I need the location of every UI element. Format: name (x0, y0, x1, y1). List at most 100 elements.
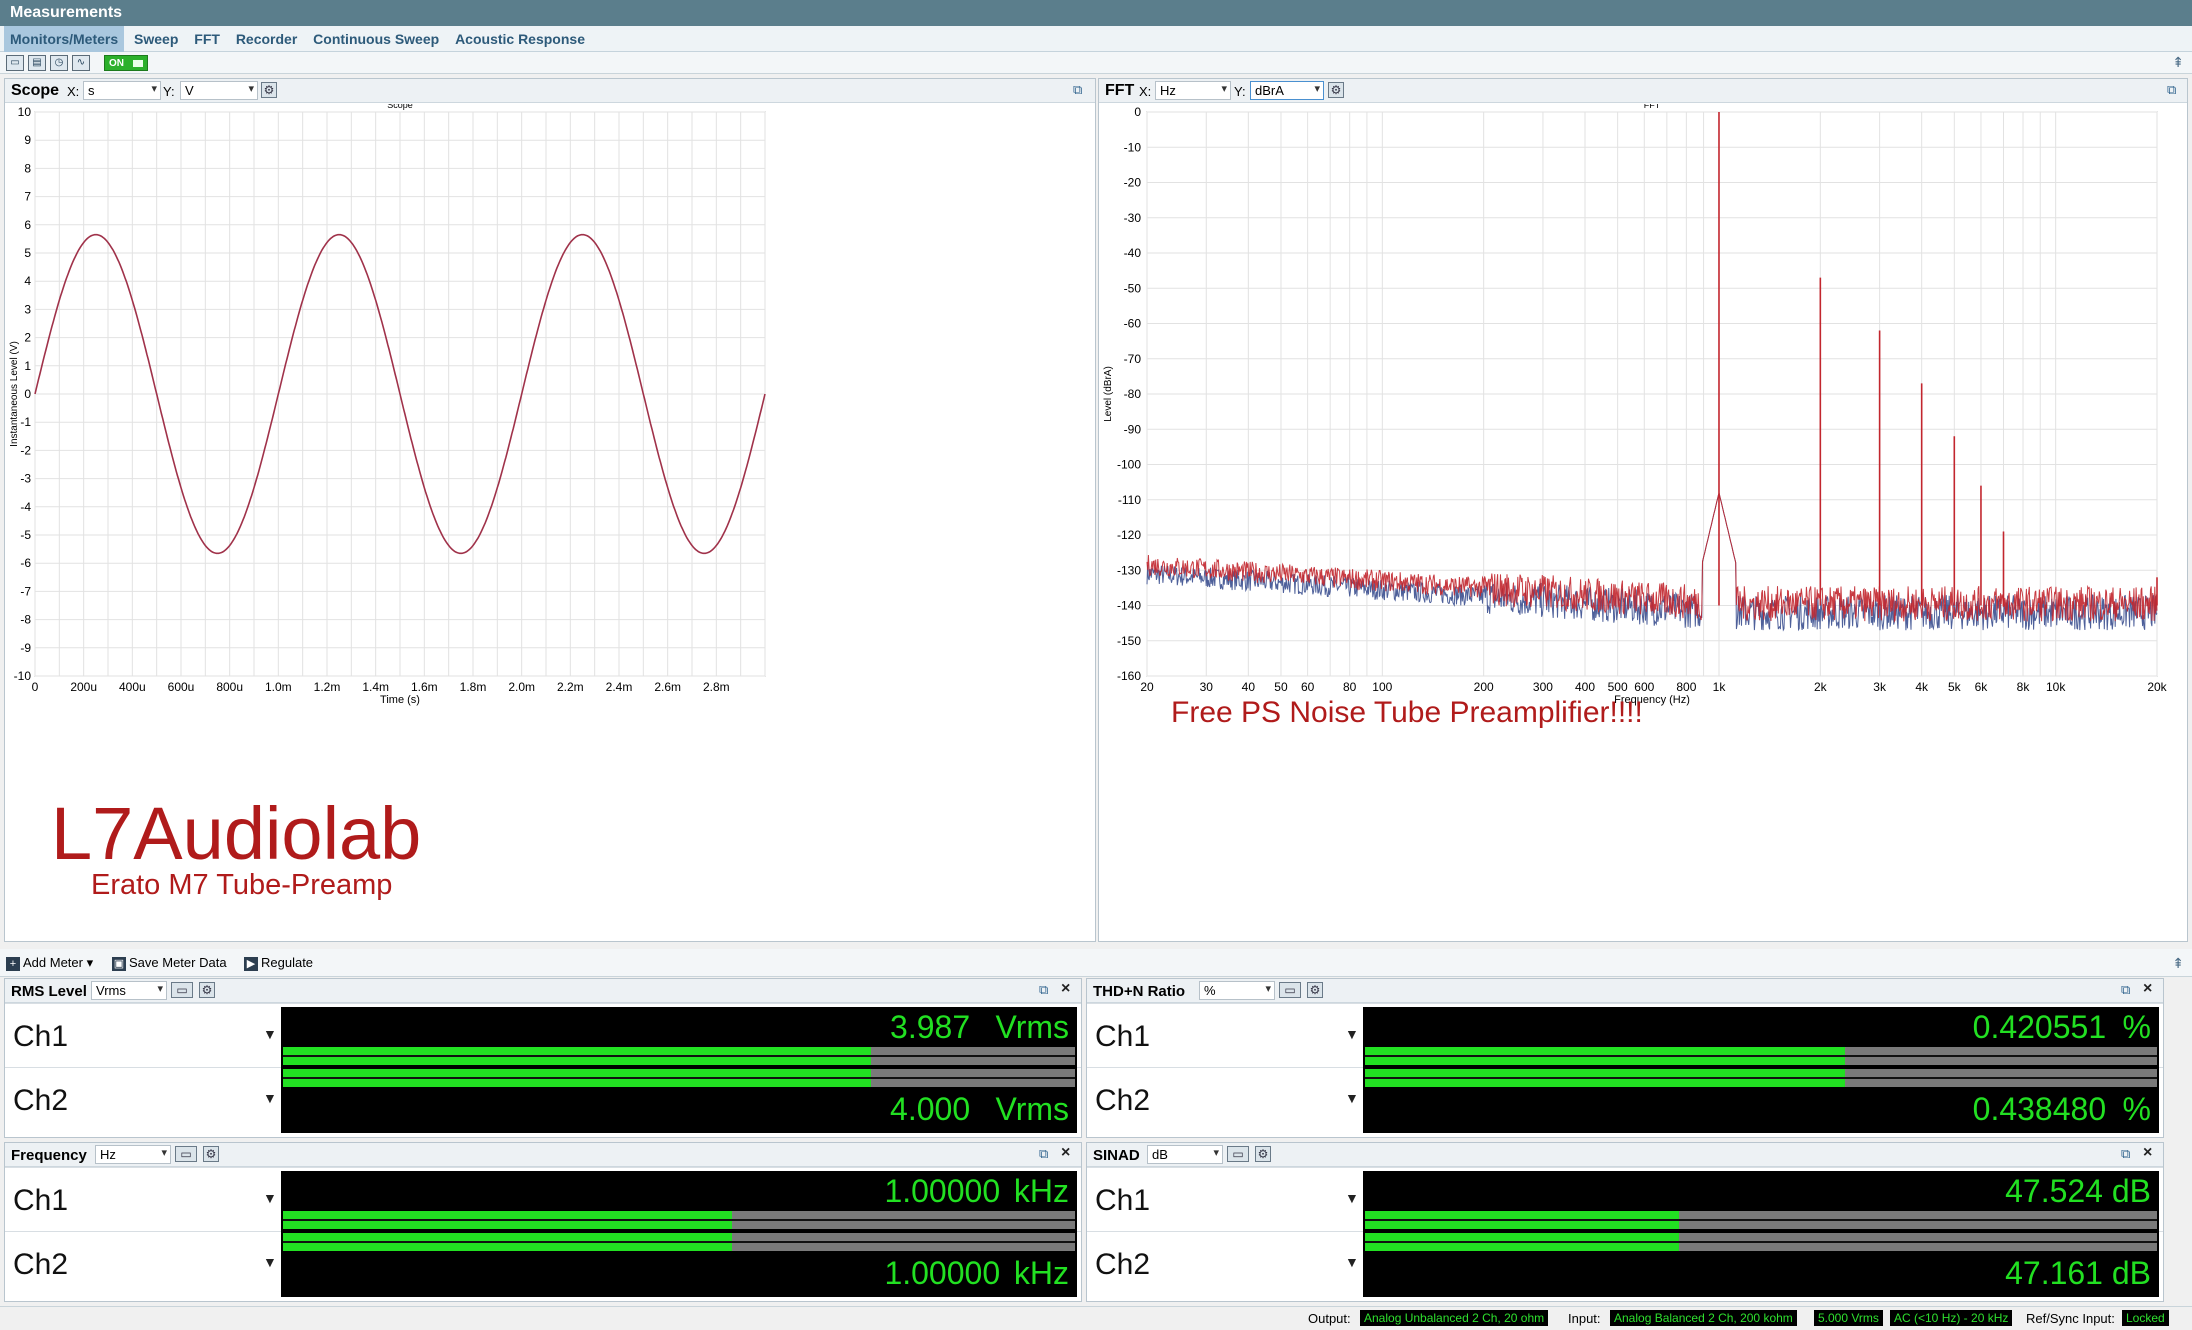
rms-level-unit-select[interactable]: Vrms (91, 981, 167, 1000)
frequency-ch1-value: 1.00000 (884, 1173, 1001, 1209)
frequency-ch1-bar-line (283, 1219, 1075, 1221)
thdn-ratio-ch1-label: Ch1 (1095, 1020, 1151, 1053)
fft-settings-gear-icon[interactable]: ⚙ (1328, 82, 1344, 98)
scope-x-tick-label: 1.0m (265, 680, 292, 694)
level-value[interactable]: 5.000 Vrms (1814, 1310, 1883, 1326)
fft-x-label: X: (1139, 84, 1152, 99)
fft-annotation: Free PS Noise Tube Preamplifier!!!! (1171, 696, 1643, 729)
rms-level-ch1-label: Ch1 (13, 1020, 69, 1053)
scope-y-tick-label: 5 (24, 246, 31, 260)
sinad-settings-gear-icon[interactable]: ⚙ (1255, 1146, 1271, 1162)
filter-value[interactable]: AC (<10 Hz) - 20 kHz (1890, 1310, 2013, 1326)
fft-title: FFT (1105, 82, 1135, 99)
sinad-close-icon[interactable]: × (2143, 1144, 2152, 1162)
rms-level-popout-icon[interactable]: ⧉ (1039, 982, 1048, 998)
meter-collapse-icon[interactable]: ⇞ (2172, 955, 2184, 972)
regulate-button[interactable]: ▶ Regulate (244, 955, 313, 971)
frequency-settings-gear-icon[interactable]: ⚙ (203, 1146, 219, 1162)
frequency-ch2-bar (283, 1233, 1075, 1251)
rms-level-graph-icon[interactable]: ▭ (171, 982, 193, 998)
frequency-ch2-value: 1.00000 (884, 1255, 1001, 1291)
frequency-graph-icon[interactable]: ▭ (175, 1146, 197, 1162)
sinad-ch1-label: Ch1 (1095, 1184, 1151, 1217)
thdn-ratio-ch1-dropdown-icon[interactable]: ▼ (1345, 1026, 1359, 1042)
scope-y-tick-label: 3 (24, 302, 31, 316)
tab-fft[interactable]: FFT (188, 26, 226, 52)
monitor-waveform-icon[interactable]: ▭ (6, 55, 24, 71)
collapse-chevron-icon[interactable]: ⇞ (2172, 54, 2184, 71)
fft-panel: FFT X: Hz Y: dBrA ⚙ ⧉ FFT 20 30 40 50 60 80 100… (1098, 78, 2188, 942)
fft-y-tick-label: -80 (1124, 387, 1142, 401)
ref-sync-value[interactable]: Locked (2122, 1310, 2169, 1326)
thdn-ratio-graph-icon[interactable]: ▭ (1279, 982, 1301, 998)
rms-level-settings-gear-icon[interactable]: ⚙ (199, 982, 215, 998)
rms-level-ch2-label: Ch2 (13, 1084, 69, 1117)
frequency-ch2-label: Ch2 (13, 1248, 69, 1281)
scope-x-unit-select[interactable]: s (83, 81, 161, 100)
tab-recorder[interactable]: Recorder (230, 26, 303, 52)
scope-x-tick-label: 2.6m (654, 680, 681, 694)
monitor-on-toggle[interactable]: ON (104, 55, 148, 71)
rms-level-ch2-bar-line (283, 1077, 1075, 1079)
sinad-popout-icon[interactable]: ⧉ (2121, 1146, 2130, 1162)
save-meter-data-button[interactable]: ▣ Save Meter Data (112, 955, 227, 971)
sinad-ch1-dropdown-icon[interactable]: ▼ (1345, 1190, 1359, 1206)
sinad-ch2-dropdown-icon[interactable]: ▼ (1345, 1254, 1359, 1270)
monitor-fft-icon[interactable]: ∿ (72, 55, 90, 71)
meter-toolbar: + Add Meter ▾ ▣ Save Meter Data ▶ Regulate … (0, 949, 2192, 977)
thdn-ratio-settings-gear-icon[interactable]: ⚙ (1307, 982, 1323, 998)
fft-y-tick-label: -70 (1124, 352, 1142, 366)
fft-y-tick-label: 0 (1134, 105, 1141, 119)
rms-level-ch1-dropdown-icon[interactable]: ▼ (263, 1026, 277, 1042)
fft-x-tick-label: 8k (2017, 680, 2031, 694)
scope-x-tick-label: 1.6m (411, 680, 438, 694)
thdn-ratio-ch1-bar (1365, 1047, 2157, 1065)
scope-popout-icon[interactable]: ⧉ (1073, 82, 1082, 98)
frequency-close-icon[interactable]: × (1061, 1144, 1070, 1162)
fft-popout-icon[interactable]: ⧉ (2167, 82, 2176, 98)
thdn-ratio-close-icon[interactable]: × (2143, 980, 2152, 998)
sinad-graph-icon[interactable]: ▭ (1227, 1146, 1249, 1162)
thdn-ratio-popout-icon[interactable]: ⧉ (2121, 982, 2130, 998)
monitor-clock-icon[interactable]: ◷ (50, 55, 68, 71)
thdn-ratio-unit-select[interactable]: % (1199, 981, 1275, 1000)
frequency-popout-icon[interactable]: ⧉ (1039, 1146, 1048, 1162)
frequency-display: 1.00000 kHz 1.00000 kHz (281, 1171, 1077, 1297)
tab-monitors-meters[interactable]: Monitors/Meters (4, 26, 125, 52)
rms-level-ch2-dropdown-icon[interactable]: ▼ (263, 1090, 277, 1106)
add-meter-button[interactable]: + Add Meter ▾ (6, 955, 93, 971)
scope-x-tick-label: 1.2m (314, 680, 341, 694)
input-value[interactable]: Analog Balanced 2 Ch, 200 kohm (1610, 1310, 1797, 1326)
fft-y-tick-label: -30 (1124, 211, 1142, 225)
scope-y-tick-label: -7 (20, 584, 31, 598)
window-title: Measurements (0, 0, 2192, 26)
frequency-meter-panel: Frequency Hz ▭ ⚙ ⧉ × Ch1 ▼ Ch2 ▼ 1.00000… (4, 1142, 1082, 1302)
thdn-ratio-ch2-label: Ch2 (1095, 1084, 1151, 1117)
frequency-ch1-dropdown-icon[interactable]: ▼ (263, 1190, 277, 1206)
rms-level-display: 3.987 Vrms 4.000 Vrms (281, 1007, 1077, 1133)
scope-y-unit-select[interactable]: V (180, 81, 258, 100)
frequency-unit-select[interactable]: Hz (95, 1145, 171, 1164)
scope-y-tick-label: -5 (20, 528, 31, 542)
fft-y-unit-select[interactable]: dBrA (1250, 81, 1324, 100)
fft-y-tick-label: -40 (1124, 246, 1142, 260)
thdn-ratio-ch2-dropdown-icon[interactable]: ▼ (1345, 1090, 1359, 1106)
monitor-meter-icon[interactable]: ▤ (28, 55, 46, 71)
frequency-ch1-label: Ch1 (13, 1184, 69, 1217)
tab-continuous-sweep[interactable]: Continuous Sweep (307, 26, 445, 52)
scope-y-tick-label: -4 (20, 500, 31, 514)
output-value[interactable]: Analog Unbalanced 2 Ch, 20 ohm (1360, 1310, 1549, 1326)
tab-sweep[interactable]: Sweep (128, 26, 184, 52)
scope-y-tick-label: -10 (14, 669, 32, 683)
fft-x-unit-select[interactable]: Hz (1155, 81, 1231, 100)
fft-x-tick-label: 4k (1915, 680, 1929, 694)
ref-sync-label: Ref/Sync Input: (2026, 1311, 2115, 1326)
sinad-ch1-unit: dB (2111, 1173, 2151, 1209)
sinad-meter-header: SINAD dB ▭ ⚙ ⧉ × (1087, 1143, 2163, 1167)
frequency-ch2-dropdown-icon[interactable]: ▼ (263, 1254, 277, 1270)
rms-level-close-icon[interactable]: × (1061, 980, 1070, 998)
fft-y-tick-label: -140 (1117, 599, 1141, 613)
scope-settings-gear-icon[interactable]: ⚙ (261, 82, 277, 98)
tab-acoustic-response[interactable]: Acoustic Response (449, 26, 591, 52)
sinad-unit-select[interactable]: dB (1147, 1145, 1223, 1164)
